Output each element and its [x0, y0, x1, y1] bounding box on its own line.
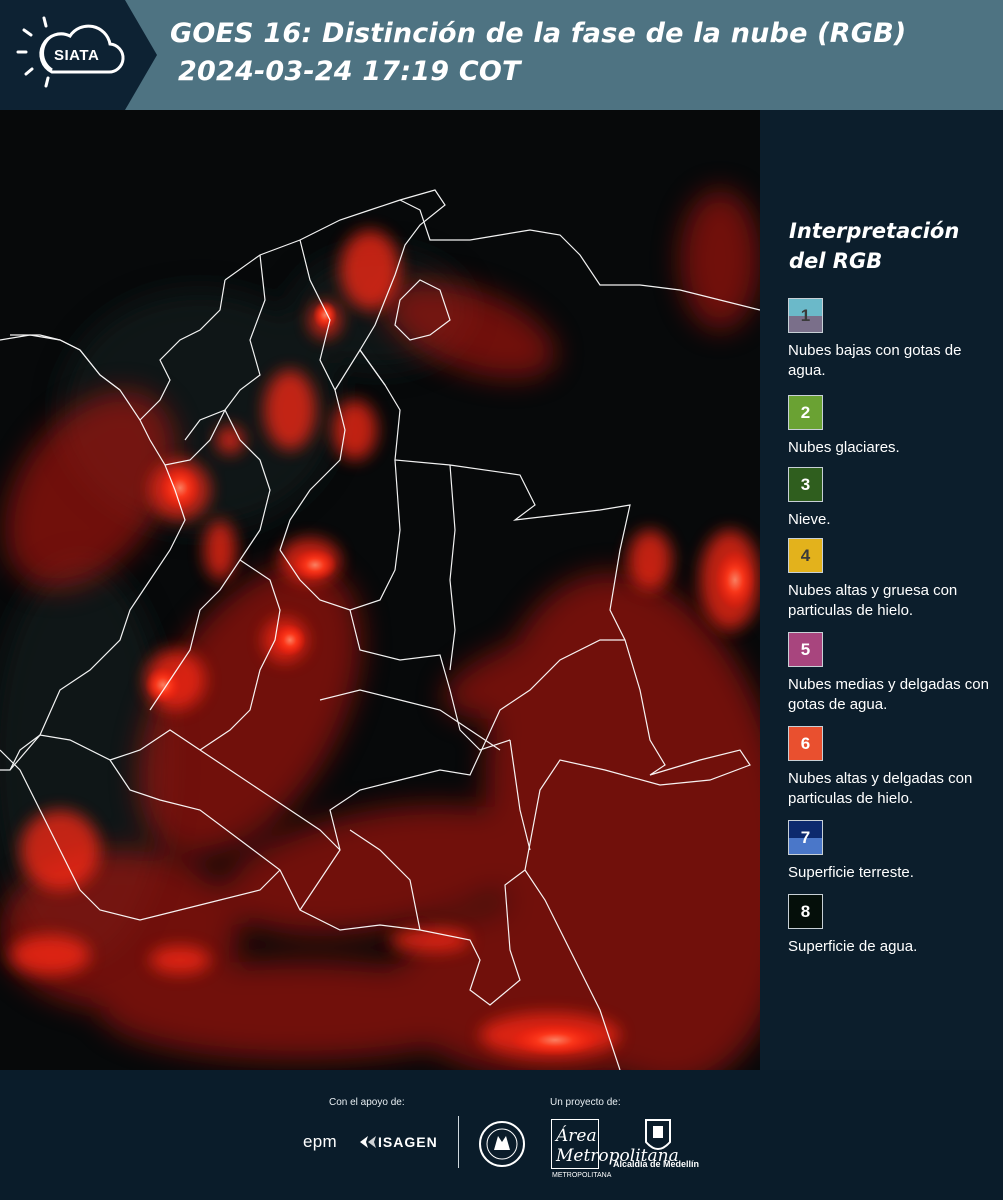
logo-text: SIATA: [54, 47, 100, 64]
alcaldia-medellin-logo[interactable]: [644, 1118, 672, 1156]
legend-item-8: 8 Superficie de agua.: [788, 894, 998, 957]
isagen-text: ISAGEN: [378, 1134, 438, 1150]
legend-item-7: 7 Superficie terreste.: [788, 820, 998, 883]
footer-divider: [458, 1116, 459, 1168]
legend-label-7: Superficie terreste.: [788, 864, 914, 881]
isagen-mark-icon: [360, 1136, 376, 1148]
legend-label-2: Nubes glaciares.: [788, 439, 900, 456]
legend-panel: Interpretación del RGB 1 Nubes bajas con…: [760, 110, 1003, 1070]
legend-item-5: 5 Nubes medias y delgadas con gotas de a…: [788, 632, 998, 715]
legend-label-6: Nubes altas y delgadas con particulas de…: [788, 770, 973, 807]
legend-swatch-5: 5: [788, 632, 823, 667]
legend-label-4: Nubes altas y gruesa con particulas de h…: [788, 582, 958, 619]
title-product: GOES 16: Distinción de la fase de la nub…: [170, 18, 907, 49]
title-datetime: 2024-03-24 17:19 COT: [178, 56, 521, 87]
legend-swatch-8: 8: [788, 894, 823, 929]
support-label: Con el apoyo de:: [329, 1097, 405, 1108]
alcaldia-medellin-caption: Alcaldía de Medellín: [613, 1159, 700, 1169]
legend-item-2: 2 Nubes glaciares.: [788, 395, 998, 458]
area-metropolitana-logo[interactable]: Área Metropolitana METROPOLITANA: [551, 1119, 679, 1179]
university-seal-icon[interactable]: [478, 1120, 526, 1168]
header-bar: SIATA GOES 16: Distinción de la fase de …: [0, 0, 1003, 110]
legend-label-1: Nubes bajas con gotas de agua.: [788, 342, 962, 379]
legend-label-5: Nubes medias y delgadas con gotas de agu…: [788, 676, 989, 713]
legend-swatch-1: 1: [788, 298, 823, 333]
legend-label-3: Nieve.: [788, 511, 831, 528]
satellite-map[interactable]: [0, 110, 760, 1070]
legend-swatch-4: 4: [788, 538, 823, 573]
legend-swatch-3: 3: [788, 467, 823, 502]
legend-swatch-6: 6: [788, 726, 823, 761]
area-metropolitana-caption: METROPOLITANA: [552, 1172, 612, 1179]
legend-item-4: 4 Nubes altas y gruesa con particulas de…: [788, 538, 998, 621]
footer: Con el apoyo de: Un proyecto de: epm ISA…: [0, 1070, 1003, 1200]
legend-swatch-7: 7: [788, 820, 823, 855]
siata-logo[interactable]: SIATA: [0, 0, 160, 110]
legend-label-8: Superficie de agua.: [788, 938, 918, 955]
legend-item-6: 6 Nubes altas y delgadas con particulas …: [788, 726, 998, 809]
legend-item-3: 3 Nieve.: [788, 467, 998, 530]
project-label: Un proyecto de:: [550, 1097, 621, 1108]
satellite-rgb-map: [0, 110, 760, 1070]
epm-logo[interactable]: epm: [303, 1132, 337, 1152]
legend-title: Interpretación del RGB: [789, 219, 960, 273]
legend-swatch-2: 2: [788, 395, 823, 430]
legend-item-1: 1 Nubes bajas con gotas de agua.: [788, 298, 998, 381]
